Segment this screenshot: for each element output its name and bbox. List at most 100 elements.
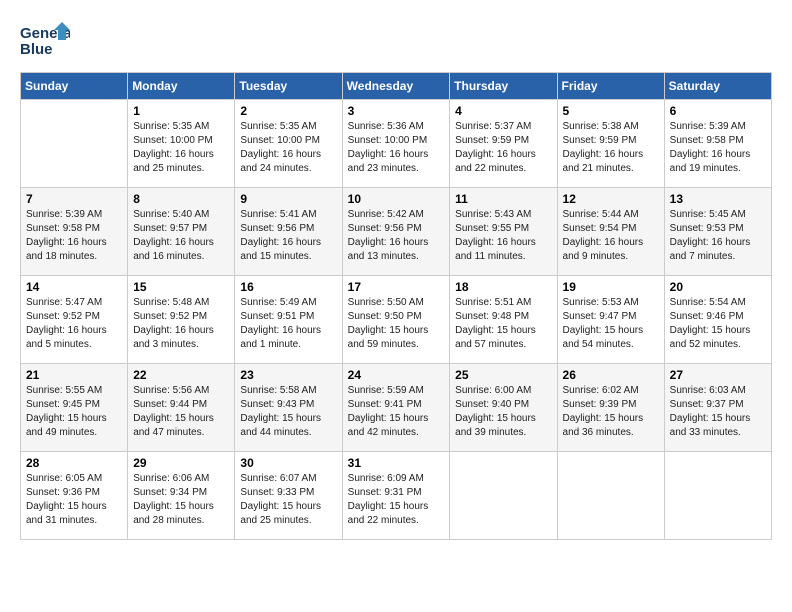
calendar-cell: 27 Sunrise: 6:03 AM Sunset: 9:37 PM Dayl… bbox=[664, 364, 771, 452]
day-number: 7 bbox=[26, 192, 122, 206]
day-number: 27 bbox=[670, 368, 766, 382]
day-info: Sunrise: 5:37 AM Sunset: 9:59 PM Dayligh… bbox=[455, 120, 551, 176]
day-number: 20 bbox=[670, 280, 766, 294]
calendar-cell: 11 Sunrise: 5:43 AM Sunset: 9:55 PM Dayl… bbox=[450, 188, 557, 276]
calendar-cell bbox=[664, 452, 771, 540]
day-info: Sunrise: 5:44 AM Sunset: 9:54 PM Dayligh… bbox=[563, 208, 659, 264]
day-number: 9 bbox=[240, 192, 336, 206]
calendar-cell: 2 Sunrise: 5:35 AM Sunset: 10:00 PM Dayl… bbox=[235, 100, 342, 188]
day-info: Sunrise: 5:53 AM Sunset: 9:47 PM Dayligh… bbox=[563, 296, 659, 352]
day-number: 24 bbox=[348, 368, 445, 382]
calendar-cell: 16 Sunrise: 5:49 AM Sunset: 9:51 PM Dayl… bbox=[235, 276, 342, 364]
day-number: 8 bbox=[133, 192, 229, 206]
day-number: 18 bbox=[455, 280, 551, 294]
calendar-cell: 24 Sunrise: 5:59 AM Sunset: 9:41 PM Dayl… bbox=[342, 364, 450, 452]
day-info: Sunrise: 5:51 AM Sunset: 9:48 PM Dayligh… bbox=[455, 296, 551, 352]
weekday-header-row: SundayMondayTuesdayWednesdayThursdayFrid… bbox=[21, 73, 772, 100]
day-number: 14 bbox=[26, 280, 122, 294]
calendar-cell: 22 Sunrise: 5:56 AM Sunset: 9:44 PM Dayl… bbox=[128, 364, 235, 452]
day-info: Sunrise: 6:02 AM Sunset: 9:39 PM Dayligh… bbox=[563, 384, 659, 440]
calendar-cell: 23 Sunrise: 5:58 AM Sunset: 9:43 PM Dayl… bbox=[235, 364, 342, 452]
day-info: Sunrise: 6:05 AM Sunset: 9:36 PM Dayligh… bbox=[26, 472, 122, 528]
day-info: Sunrise: 5:42 AM Sunset: 9:56 PM Dayligh… bbox=[348, 208, 445, 264]
day-info: Sunrise: 5:59 AM Sunset: 9:41 PM Dayligh… bbox=[348, 384, 445, 440]
day-info: Sunrise: 5:41 AM Sunset: 9:56 PM Dayligh… bbox=[240, 208, 336, 264]
weekday-header-wednesday: Wednesday bbox=[342, 73, 450, 100]
day-info: Sunrise: 5:58 AM Sunset: 9:43 PM Dayligh… bbox=[240, 384, 336, 440]
calendar-week-row: 7 Sunrise: 5:39 AM Sunset: 9:58 PM Dayli… bbox=[21, 188, 772, 276]
calendar-week-row: 21 Sunrise: 5:55 AM Sunset: 9:45 PM Dayl… bbox=[21, 364, 772, 452]
day-number: 28 bbox=[26, 456, 122, 470]
calendar-cell bbox=[450, 452, 557, 540]
calendar-cell: 18 Sunrise: 5:51 AM Sunset: 9:48 PM Dayl… bbox=[450, 276, 557, 364]
weekday-header-thursday: Thursday bbox=[450, 73, 557, 100]
calendar-cell: 30 Sunrise: 6:07 AM Sunset: 9:33 PM Dayl… bbox=[235, 452, 342, 540]
day-info: Sunrise: 5:39 AM Sunset: 9:58 PM Dayligh… bbox=[670, 120, 766, 176]
calendar-cell: 14 Sunrise: 5:47 AM Sunset: 9:52 PM Dayl… bbox=[21, 276, 128, 364]
day-info: Sunrise: 5:48 AM Sunset: 9:52 PM Dayligh… bbox=[133, 296, 229, 352]
day-number: 23 bbox=[240, 368, 336, 382]
weekday-header-friday: Friday bbox=[557, 73, 664, 100]
day-info: Sunrise: 5:39 AM Sunset: 9:58 PM Dayligh… bbox=[26, 208, 122, 264]
day-number: 12 bbox=[563, 192, 659, 206]
day-info: Sunrise: 5:35 AM Sunset: 10:00 PM Daylig… bbox=[133, 120, 229, 176]
calendar-cell: 7 Sunrise: 5:39 AM Sunset: 9:58 PM Dayli… bbox=[21, 188, 128, 276]
calendar-cell: 13 Sunrise: 5:45 AM Sunset: 9:53 PM Dayl… bbox=[664, 188, 771, 276]
day-info: Sunrise: 6:06 AM Sunset: 9:34 PM Dayligh… bbox=[133, 472, 229, 528]
calendar-cell: 25 Sunrise: 6:00 AM Sunset: 9:40 PM Dayl… bbox=[450, 364, 557, 452]
calendar-week-row: 28 Sunrise: 6:05 AM Sunset: 9:36 PM Dayl… bbox=[21, 452, 772, 540]
day-info: Sunrise: 5:49 AM Sunset: 9:51 PM Dayligh… bbox=[240, 296, 336, 352]
day-number: 15 bbox=[133, 280, 229, 294]
weekday-header-saturday: Saturday bbox=[664, 73, 771, 100]
day-info: Sunrise: 5:36 AM Sunset: 10:00 PM Daylig… bbox=[348, 120, 445, 176]
day-number: 17 bbox=[348, 280, 445, 294]
day-info: Sunrise: 5:47 AM Sunset: 9:52 PM Dayligh… bbox=[26, 296, 122, 352]
calendar-table: SundayMondayTuesdayWednesdayThursdayFrid… bbox=[20, 72, 772, 540]
day-info: Sunrise: 6:03 AM Sunset: 9:37 PM Dayligh… bbox=[670, 384, 766, 440]
calendar-cell: 3 Sunrise: 5:36 AM Sunset: 10:00 PM Dayl… bbox=[342, 100, 450, 188]
day-number: 4 bbox=[455, 104, 551, 118]
calendar-cell: 12 Sunrise: 5:44 AM Sunset: 9:54 PM Dayl… bbox=[557, 188, 664, 276]
calendar-week-row: 1 Sunrise: 5:35 AM Sunset: 10:00 PM Dayl… bbox=[21, 100, 772, 188]
logo: General Blue bbox=[20, 20, 70, 62]
calendar-cell: 10 Sunrise: 5:42 AM Sunset: 9:56 PM Dayl… bbox=[342, 188, 450, 276]
day-info: Sunrise: 5:54 AM Sunset: 9:46 PM Dayligh… bbox=[670, 296, 766, 352]
day-number: 16 bbox=[240, 280, 336, 294]
day-info: Sunrise: 6:07 AM Sunset: 9:33 PM Dayligh… bbox=[240, 472, 336, 528]
calendar-cell: 15 Sunrise: 5:48 AM Sunset: 9:52 PM Dayl… bbox=[128, 276, 235, 364]
day-number: 29 bbox=[133, 456, 229, 470]
day-number: 11 bbox=[455, 192, 551, 206]
calendar-cell: 26 Sunrise: 6:02 AM Sunset: 9:39 PM Dayl… bbox=[557, 364, 664, 452]
calendar-cell: 5 Sunrise: 5:38 AM Sunset: 9:59 PM Dayli… bbox=[557, 100, 664, 188]
day-number: 26 bbox=[563, 368, 659, 382]
calendar-cell: 29 Sunrise: 6:06 AM Sunset: 9:34 PM Dayl… bbox=[128, 452, 235, 540]
day-info: Sunrise: 5:43 AM Sunset: 9:55 PM Dayligh… bbox=[455, 208, 551, 264]
day-info: Sunrise: 5:35 AM Sunset: 10:00 PM Daylig… bbox=[240, 120, 336, 176]
weekday-header-monday: Monday bbox=[128, 73, 235, 100]
calendar-cell: 21 Sunrise: 5:55 AM Sunset: 9:45 PM Dayl… bbox=[21, 364, 128, 452]
day-info: Sunrise: 5:56 AM Sunset: 9:44 PM Dayligh… bbox=[133, 384, 229, 440]
day-number: 31 bbox=[348, 456, 445, 470]
calendar-cell: 6 Sunrise: 5:39 AM Sunset: 9:58 PM Dayli… bbox=[664, 100, 771, 188]
calendar-cell: 9 Sunrise: 5:41 AM Sunset: 9:56 PM Dayli… bbox=[235, 188, 342, 276]
header: General Blue bbox=[20, 20, 772, 62]
day-number: 5 bbox=[563, 104, 659, 118]
day-number: 19 bbox=[563, 280, 659, 294]
day-number: 3 bbox=[348, 104, 445, 118]
calendar-cell: 20 Sunrise: 5:54 AM Sunset: 9:46 PM Dayl… bbox=[664, 276, 771, 364]
calendar-cell: 19 Sunrise: 5:53 AM Sunset: 9:47 PM Dayl… bbox=[557, 276, 664, 364]
calendar-cell: 17 Sunrise: 5:50 AM Sunset: 9:50 PM Dayl… bbox=[342, 276, 450, 364]
day-info: Sunrise: 5:40 AM Sunset: 9:57 PM Dayligh… bbox=[133, 208, 229, 264]
calendar-cell: 31 Sunrise: 6:09 AM Sunset: 9:31 PM Dayl… bbox=[342, 452, 450, 540]
day-number: 6 bbox=[670, 104, 766, 118]
day-info: Sunrise: 6:09 AM Sunset: 9:31 PM Dayligh… bbox=[348, 472, 445, 528]
calendar-cell: 28 Sunrise: 6:05 AM Sunset: 9:36 PM Dayl… bbox=[21, 452, 128, 540]
day-info: Sunrise: 5:45 AM Sunset: 9:53 PM Dayligh… bbox=[670, 208, 766, 264]
day-info: Sunrise: 5:55 AM Sunset: 9:45 PM Dayligh… bbox=[26, 384, 122, 440]
calendar-cell bbox=[21, 100, 128, 188]
calendar-cell: 1 Sunrise: 5:35 AM Sunset: 10:00 PM Dayl… bbox=[128, 100, 235, 188]
calendar-cell bbox=[557, 452, 664, 540]
day-number: 10 bbox=[348, 192, 445, 206]
day-number: 25 bbox=[455, 368, 551, 382]
calendar-cell: 4 Sunrise: 5:37 AM Sunset: 9:59 PM Dayli… bbox=[450, 100, 557, 188]
